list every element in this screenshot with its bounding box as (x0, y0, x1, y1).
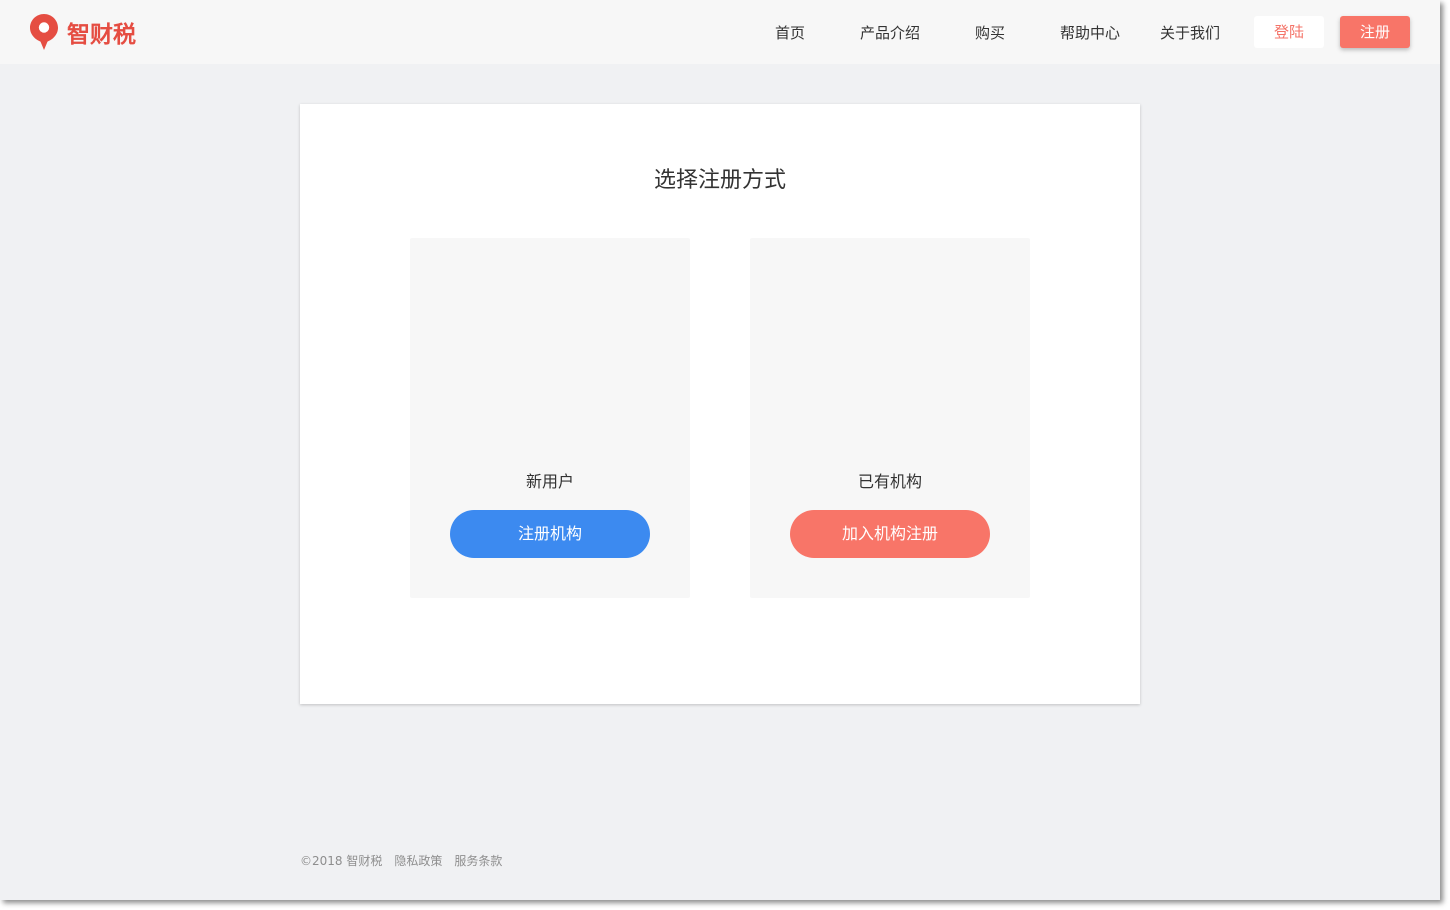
nav-help-center[interactable]: 帮助中心 (1060, 22, 1120, 44)
login-button[interactable]: 登陆 (1254, 16, 1324, 48)
terms-of-service-link[interactable]: 服务条款 (454, 854, 502, 868)
option-label: 新用户 (525, 472, 574, 491)
option-label: 已有机构 (857, 472, 922, 491)
brand-logo[interactable]: 智财税 (29, 13, 136, 51)
brand-name: 智财税 (67, 22, 136, 48)
option-new-user: 新用户 注册机构 (410, 238, 690, 598)
join-organization-button[interactable]: 加入机构注册 (790, 510, 990, 558)
registration-card: 选择注册方式 新用户 注册机构 已有机构 加入机构注册 (300, 104, 1140, 704)
top-header: 智财税 首页 产品介绍 购买 帮助中心 关于我们 登陆 注册 (0, 0, 1440, 64)
footer: ©2018 智财税 隐私政策 服务条款 (300, 852, 514, 870)
privacy-policy-link[interactable]: 隐私政策 (394, 854, 442, 868)
register-organization-button[interactable]: 注册机构 (450, 510, 650, 558)
nav-buy[interactable]: 购买 (975, 22, 1005, 44)
page-frame: 智财税 首页 产品介绍 购买 帮助中心 关于我们 登陆 注册 选择注册方式 新用… (0, 0, 1440, 900)
nav-about-us[interactable]: 关于我们 (1160, 22, 1220, 44)
copyright-text: ©2018 智财税 (300, 854, 383, 868)
register-button[interactable]: 注册 (1340, 16, 1410, 48)
map-pin-icon (30, 14, 58, 50)
page-title: 选择注册方式 (653, 168, 786, 193)
nav-products[interactable]: 产品介绍 (860, 22, 920, 44)
nav-home[interactable]: 首页 (775, 22, 805, 44)
option-existing-organization: 已有机构 加入机构注册 (750, 238, 1030, 598)
